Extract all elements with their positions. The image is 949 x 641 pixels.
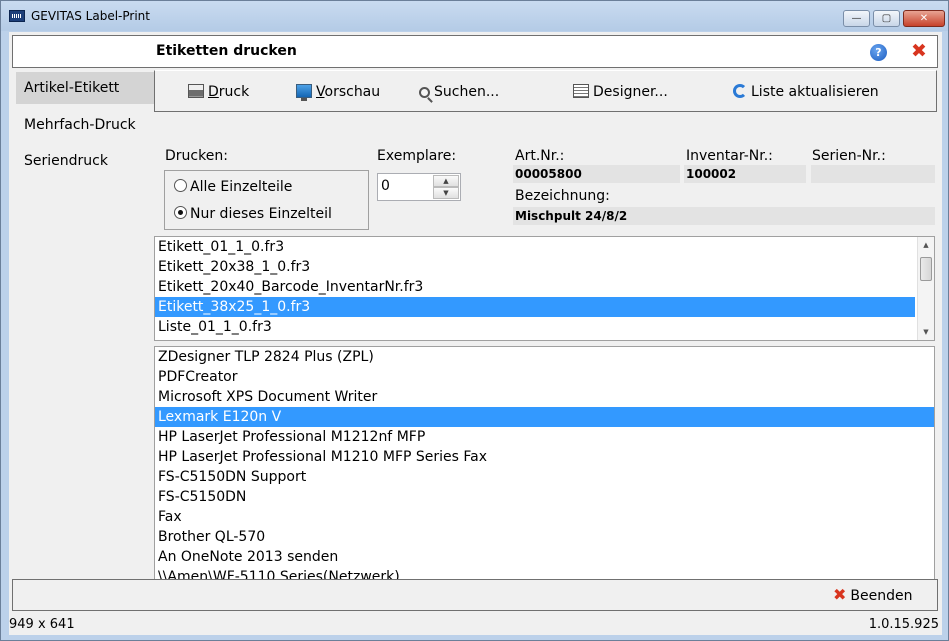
art-nr-value: 00005800 xyxy=(513,165,680,183)
list-item[interactable]: FS-C5150DN xyxy=(155,487,934,507)
client-area: Etiketten drucken ? ✖ Artikel-Etikett Me… xyxy=(9,32,942,635)
exit-button[interactable]: ✖ Beenden xyxy=(833,586,912,605)
stepper-up-button[interactable]: ▲ xyxy=(433,175,459,187)
help-icon[interactable]: ? xyxy=(870,44,887,61)
list-item[interactable]: HP LaserJet Professional M1212nf MFP xyxy=(155,427,934,447)
print-label: ruck xyxy=(218,84,250,100)
radio-dot-checked xyxy=(174,206,187,219)
list-item[interactable]: FS-C5150DN Support xyxy=(155,467,934,487)
app-window: GEVITAS Label-Print — ▢ ✕ Etiketten druc… xyxy=(0,0,949,641)
art-nr-label: Art.Nr.: xyxy=(515,148,565,164)
magnifier-icon xyxy=(419,87,430,98)
window-title: GEVITAS Label-Print xyxy=(31,9,150,23)
refresh-list-button[interactable]: Liste aktualisieren xyxy=(733,83,879,101)
radio-this-part[interactable]: Nur dieses Einzelteil xyxy=(174,206,332,222)
main-panel: Druck Vorschau Suchen... Designer... Lis… xyxy=(154,70,937,606)
serien-nr-label: Serien-Nr.: xyxy=(812,148,886,164)
list-item[interactable]: HP LaserJet Professional M1210 MFP Serie… xyxy=(155,447,934,467)
list-item[interactable]: Microsoft XPS Document Writer xyxy=(155,387,934,407)
radio-dot xyxy=(174,179,187,192)
window-close-button[interactable]: ✕ xyxy=(903,10,945,27)
printer-icon xyxy=(188,84,204,98)
list-item[interactable]: ZDesigner TLP 2824 Plus (ZPL) xyxy=(155,347,934,367)
print-scope-label: Drucken: xyxy=(165,148,228,164)
maximize-button[interactable]: ▢ xyxy=(873,10,900,27)
window-size-text: 949 x 641 xyxy=(9,617,75,632)
label-file-list[interactable]: Etikett_01_1_0.fr3 Etikett_20x38_1_0.fr3… xyxy=(154,236,935,341)
print-mnemonic: D xyxy=(208,84,219,100)
bezeichnung-value: Mischpult 24/8/2 xyxy=(513,207,935,225)
app-logo-icon xyxy=(9,10,25,22)
list-item[interactable]: An OneNote 2013 senden xyxy=(155,547,934,567)
sidebar: Artikel-Etikett Mehrfach-Druck Seriendru… xyxy=(16,72,154,572)
search-label: Suchen... xyxy=(434,84,500,100)
radio-all-parts-label: Alle Einzelteile xyxy=(190,179,293,195)
exit-label: Beenden xyxy=(850,588,913,604)
sidebar-item-mehrfach-druck[interactable]: Mehrfach-Druck xyxy=(16,109,154,141)
preview-label: orschau xyxy=(324,84,381,100)
designer-button[interactable]: Designer... xyxy=(573,83,668,101)
header-bar: Etiketten drucken ? ✖ xyxy=(12,35,938,68)
copies-label: Exemplare: xyxy=(377,148,457,164)
bottom-bar: ✖ Beenden xyxy=(12,579,938,611)
bezeichnung-label: Bezeichnung: xyxy=(515,188,610,204)
close-icon: ✖ xyxy=(833,585,847,604)
print-button[interactable]: Druck xyxy=(188,83,249,101)
radio-this-part-label: Nur dieses Einzelteil xyxy=(190,206,332,222)
refresh-label: Liste aktualisieren xyxy=(751,84,879,100)
list-item[interactable]: Brother QL-570 xyxy=(155,527,934,547)
refresh-icon xyxy=(733,84,747,98)
status-bar: 949 x 641 1.0.15.925 xyxy=(9,615,942,635)
search-button[interactable]: Suchen... xyxy=(419,83,499,101)
stepper-down-button[interactable]: ▼ xyxy=(433,187,459,199)
inventar-nr-value: 100002 xyxy=(684,165,806,183)
copies-value[interactable]: 0 xyxy=(381,178,390,194)
stepper-buttons: ▲ ▼ xyxy=(433,175,459,199)
radio-all-parts[interactable]: Alle Einzelteile xyxy=(174,179,292,195)
monitor-icon xyxy=(296,84,312,101)
minimize-button[interactable]: — xyxy=(843,10,870,27)
designer-icon xyxy=(573,84,589,98)
copies-stepper[interactable]: 0 ▲ ▼ xyxy=(377,173,461,201)
scroll-up-arrow-icon[interactable]: ▲ xyxy=(918,237,934,253)
inventar-nr-label: Inventar-Nr.: xyxy=(686,148,773,164)
close-icon[interactable]: ✖ xyxy=(911,41,927,61)
list-item[interactable]: Etikett_01_1_0.fr3 xyxy=(155,237,915,257)
list-item[interactable]: Fax xyxy=(155,507,934,527)
designer-label: Designer... xyxy=(593,84,668,100)
print-scope-group: Alle Einzelteile Nur dieses Einzelteil xyxy=(164,170,369,230)
list-item-selected[interactable]: Lexmark E120n V xyxy=(155,407,934,427)
title-bar[interactable]: GEVITAS Label-Print — ▢ ✕ xyxy=(1,1,948,31)
printer-list[interactable]: ZDesigner TLP 2824 Plus (ZPL) PDFCreator… xyxy=(154,346,935,606)
scroll-thumb[interactable] xyxy=(920,257,932,281)
list-item[interactable]: PDFCreator xyxy=(155,367,934,387)
vertical-scrollbar[interactable]: ▲ ▼ xyxy=(917,237,934,340)
page-title: Etiketten drucken xyxy=(156,43,297,59)
scroll-down-arrow-icon[interactable]: ▼ xyxy=(918,324,934,340)
toolbar: Druck Vorschau Suchen... Designer... Lis… xyxy=(154,70,937,112)
list-item-selected[interactable]: Etikett_38x25_1_0.fr3 xyxy=(155,297,915,317)
list-item[interactable]: Liste_01_1_0.fr3 xyxy=(155,317,915,337)
sidebar-item-seriendruck[interactable]: Seriendruck xyxy=(16,145,154,177)
sidebar-item-artikel-etikett[interactable]: Artikel-Etikett xyxy=(16,72,154,104)
serien-nr-value xyxy=(811,165,935,183)
list-item[interactable]: Etikett_20x38_1_0.fr3 xyxy=(155,257,915,277)
preview-button[interactable]: Vorschau xyxy=(296,83,380,101)
version-text: 1.0.15.925 xyxy=(868,617,939,632)
list-item[interactable]: Etikett_20x40_Barcode_InventarNr.fr3 xyxy=(155,277,915,297)
preview-mnemonic: V xyxy=(316,84,325,100)
